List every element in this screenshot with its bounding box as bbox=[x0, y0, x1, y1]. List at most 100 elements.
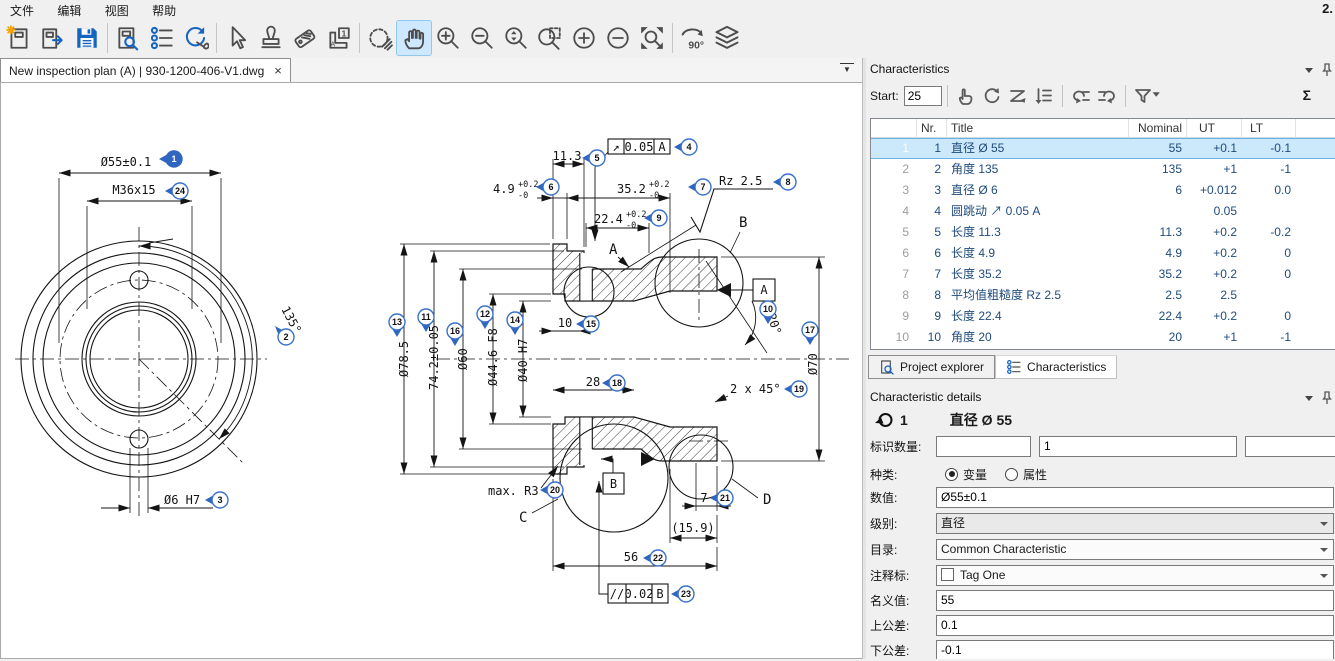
tab-characteristics[interactable]: Characteristics bbox=[995, 355, 1117, 379]
pin-icon[interactable] bbox=[1321, 63, 1333, 77]
table-row[interactable]: 1010角度 2020+1-1 bbox=[871, 327, 1335, 348]
balloon-numbering-button[interactable]: 1 A bbox=[322, 21, 356, 55]
lower-tolerance-input[interactable] bbox=[936, 640, 1334, 660]
balloon-17[interactable]: 17 bbox=[802, 322, 818, 345]
select-cursor-button[interactable] bbox=[220, 21, 254, 55]
details-pin-icon[interactable] bbox=[1321, 391, 1333, 405]
balloon-7[interactable]: 7 bbox=[688, 179, 711, 195]
id-qty-input-3[interactable] bbox=[1245, 436, 1335, 457]
stamp-button[interactable] bbox=[254, 21, 288, 55]
table-row[interactable]: 33直径 Ø 66+0.0120.0 bbox=[871, 180, 1335, 201]
toolbar-separator bbox=[107, 23, 108, 53]
balloon-21[interactable]: 21 bbox=[710, 490, 733, 506]
zoom-selected-button[interactable] bbox=[499, 21, 533, 55]
upper-tolerance-input[interactable] bbox=[936, 615, 1334, 636]
previous-connection-button[interactable] bbox=[1068, 84, 1094, 108]
balloon-4[interactable]: 4 bbox=[674, 139, 697, 155]
dim-56: 56 bbox=[624, 550, 638, 564]
drawing-canvas[interactable]: Ø55±0.1 M36x15 135° Ø6 H7 bbox=[0, 82, 862, 659]
balloon-15[interactable]: 15 bbox=[576, 316, 599, 332]
value-input[interactable] bbox=[936, 487, 1334, 508]
characteristics-list-button[interactable] bbox=[145, 21, 179, 55]
balloon-18[interactable]: 18 bbox=[602, 375, 625, 391]
settings-sync-button[interactable] bbox=[179, 21, 213, 55]
zoom-out-button[interactable] bbox=[465, 21, 499, 55]
col-nr[interactable]: Nr. bbox=[917, 119, 947, 138]
nominal-input[interactable] bbox=[936, 590, 1334, 611]
renumber-button[interactable] bbox=[979, 84, 1005, 108]
sort-button[interactable] bbox=[1031, 84, 1057, 108]
svg-text:0.05: 0.05 bbox=[625, 140, 654, 154]
filter-button[interactable] bbox=[1131, 84, 1169, 108]
table-row[interactable]: 99长度 22.422.4+0.20 bbox=[871, 306, 1335, 327]
tag-combo[interactable]: Tag One bbox=[936, 565, 1334, 586]
region-select-button[interactable] bbox=[363, 21, 397, 55]
table-row[interactable]: 88平均值粗糙度 Rz 2.52.52.5 bbox=[871, 285, 1335, 306]
decrease-button[interactable] bbox=[601, 21, 635, 55]
dim-113: 11.3 bbox=[553, 149, 582, 163]
balloon-6[interactable]: 6 bbox=[536, 179, 559, 195]
table-row[interactable]: 44圆跳动 ↗ 0.05 A0.05 bbox=[871, 201, 1335, 222]
col-lt[interactable]: LT bbox=[1242, 119, 1296, 138]
table-row[interactable]: 55长度 11.311.3+0.2-0.2 bbox=[871, 222, 1335, 243]
tab-close-icon[interactable]: × bbox=[274, 63, 282, 78]
catalog-combo[interactable]: Common Characteristic bbox=[936, 539, 1334, 560]
table-row[interactable]: 22角度 135135+1-1 bbox=[871, 159, 1335, 180]
project-explorer-button[interactable] bbox=[111, 21, 145, 55]
zoom-in-button[interactable] bbox=[431, 21, 465, 55]
col-nominal[interactable]: Nominal bbox=[1129, 119, 1187, 138]
start-input[interactable] bbox=[904, 86, 942, 106]
layers-button[interactable] bbox=[710, 21, 744, 55]
tab-project-explorer[interactable]: Project explorer bbox=[868, 355, 995, 379]
balloon-24[interactable]: 24 bbox=[165, 183, 188, 199]
rotate-90-label: 90° bbox=[688, 40, 704, 51]
balloon-22[interactable]: 22 bbox=[643, 550, 666, 566]
pan-hand-button[interactable] bbox=[397, 21, 431, 55]
characteristics-table[interactable]: Nr. Title Nominal UT LT 11直径 Ø 5555+0.1-… bbox=[870, 118, 1335, 350]
tab-list-dropdown[interactable]: ▼ bbox=[840, 63, 854, 75]
pick-characteristic-button[interactable] bbox=[953, 84, 979, 108]
balloon-13[interactable]: 13 bbox=[389, 314, 405, 337]
detail-label-d: D bbox=[763, 492, 771, 508]
table-row[interactable]: 77长度 35.235.2+0.20 bbox=[871, 264, 1335, 285]
document-tab[interactable]: New inspection plan (A) | 930-1200-406-V… bbox=[0, 58, 291, 82]
new-plan-button[interactable] bbox=[2, 21, 36, 55]
tag-checkbox[interactable] bbox=[941, 568, 954, 581]
dim-49-sup: +0.2 bbox=[518, 180, 538, 190]
level-combo[interactable]: 直径 bbox=[936, 513, 1334, 534]
balloon-9[interactable]: 9 bbox=[644, 210, 667, 226]
balloon-23[interactable]: 23 bbox=[671, 586, 694, 602]
radio-attribute[interactable] bbox=[1005, 468, 1018, 481]
details-menu-icon[interactable] bbox=[1305, 396, 1313, 401]
rotate-90-button[interactable]: 90° bbox=[676, 21, 710, 55]
zoom-selected-icon bbox=[503, 25, 529, 51]
panel-menu-icon[interactable] bbox=[1305, 68, 1313, 73]
table-row[interactable]: 66长度 4.94.9+0.20 bbox=[871, 243, 1335, 264]
balloon-5[interactable]: 5 bbox=[582, 150, 605, 166]
id-qty-input-1[interactable] bbox=[936, 436, 1031, 457]
balloon-19[interactable]: 19 bbox=[784, 381, 807, 397]
sum-button[interactable]: Σ bbox=[1303, 87, 1311, 103]
tag-button[interactable] bbox=[288, 21, 322, 55]
section-label-a: A bbox=[609, 242, 618, 258]
next-connection-button[interactable] bbox=[1094, 84, 1120, 108]
zoom-window-button[interactable] bbox=[533, 21, 567, 55]
save-button[interactable] bbox=[70, 21, 104, 55]
dim-rz: Rz 2.5 bbox=[719, 174, 762, 188]
zoom-fit-button[interactable] bbox=[635, 21, 669, 55]
table-row[interactable]: 11直径 Ø 5555+0.1-0.1 bbox=[871, 138, 1335, 159]
id-qty-input-2[interactable] bbox=[1039, 436, 1237, 457]
radio-variable[interactable] bbox=[945, 468, 958, 481]
field-catalog: 目录: Common Characteristic bbox=[870, 538, 1334, 560]
open-plan-button[interactable] bbox=[36, 21, 70, 55]
reorder-button[interactable] bbox=[1005, 84, 1031, 108]
balloon-14[interactable]: 14 bbox=[507, 312, 523, 335]
balloon-8[interactable]: 8 bbox=[773, 174, 796, 190]
balloon-1[interactable]: 1 bbox=[159, 151, 182, 167]
balloon-12[interactable]: 12 bbox=[477, 306, 493, 329]
col-title[interactable]: Title bbox=[947, 119, 1129, 138]
increase-button[interactable] bbox=[567, 21, 601, 55]
balloon-3[interactable]: 3 bbox=[205, 492, 228, 508]
col-ut[interactable]: UT bbox=[1187, 119, 1242, 138]
balloon-16[interactable]: 16 bbox=[447, 323, 463, 346]
